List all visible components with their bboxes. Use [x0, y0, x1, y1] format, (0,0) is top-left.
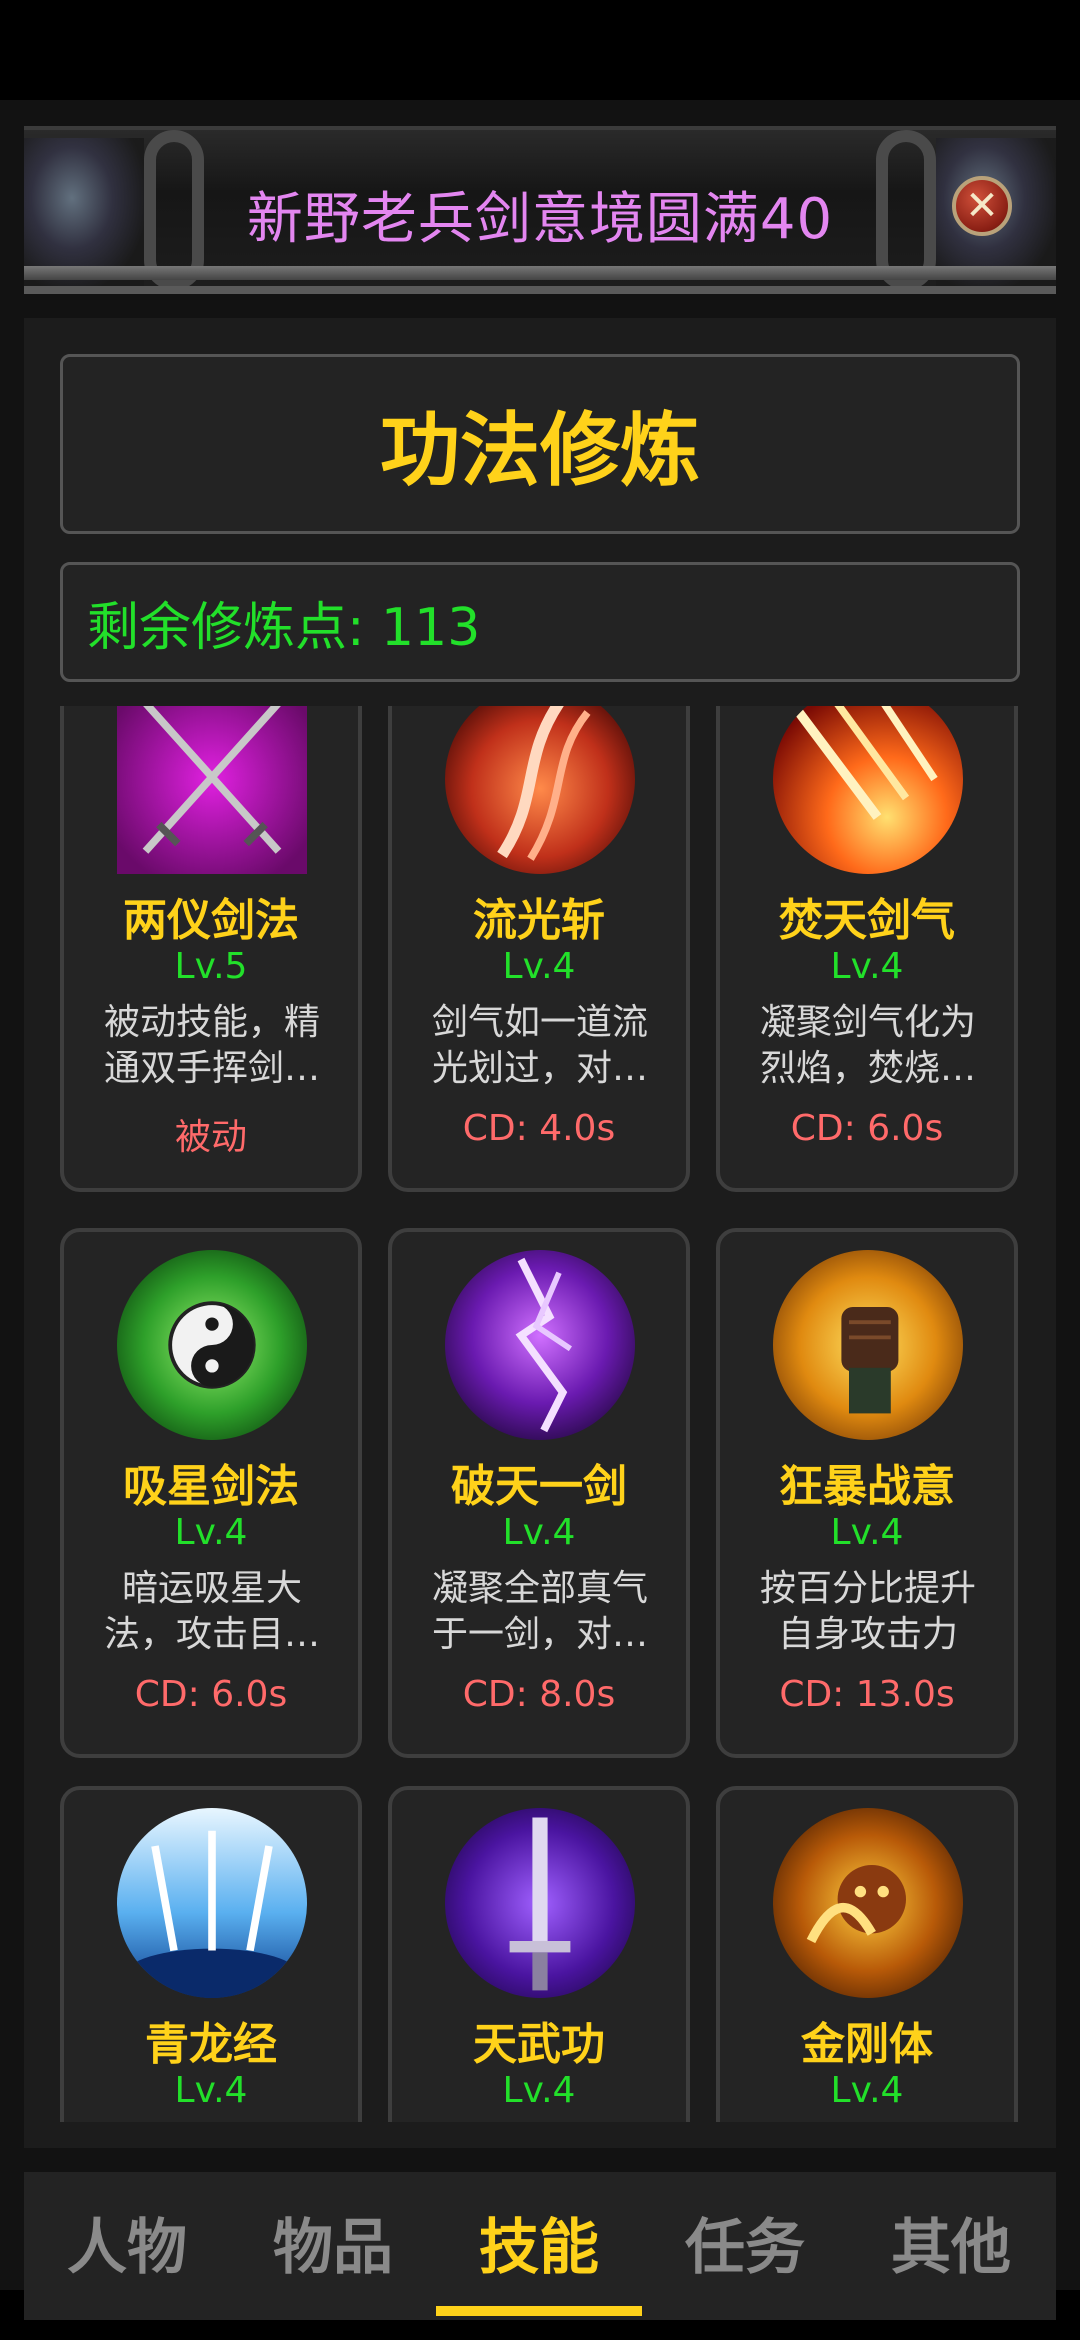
banner-title: 新野老兵剑意境圆满40 — [246, 186, 834, 252]
close-button[interactable]: ✕ — [952, 176, 1012, 236]
flame-shower-icon — [773, 706, 963, 874]
skill-name: 破天一剑 — [451, 1461, 627, 1512]
skill-level: Lv.4 — [174, 2070, 248, 2111]
close-icon: ✕ — [965, 183, 999, 229]
active-tab-indicator — [436, 2306, 642, 2316]
skill-cooldown: CD: 13.0s — [779, 1674, 955, 1715]
remaining-points: 剩余修炼点: 113 — [60, 562, 1020, 682]
flowing-light-icon — [445, 706, 635, 874]
page-title: 功法修炼 — [60, 354, 1020, 534]
skill-level: Lv.4 — [502, 946, 576, 987]
yin-yang-icon — [117, 1250, 307, 1440]
skill-card[interactable]: 吸星剑法 Lv.4 暗运吸星大法，攻击目… CD: 6.0s — [60, 1228, 362, 1758]
fist-icon — [773, 1250, 963, 1440]
tab-skills[interactable]: 技能 — [439, 2172, 639, 2312]
crossed-swords-icon — [117, 706, 307, 874]
skill-level: Lv.5 — [174, 946, 248, 987]
golden-monk-icon — [773, 1808, 963, 1998]
skill-level: Lv.4 — [502, 1512, 576, 1553]
skill-cooldown: CD: 6.0s — [790, 1108, 944, 1149]
skill-name: 狂暴战意 — [779, 1461, 955, 1512]
skill-level: Lv.4 — [830, 946, 904, 987]
skill-name: 两仪剑法 — [123, 895, 299, 946]
skill-description: 剑气如一道流光划过，对… — [431, 1002, 648, 1089]
skill-cooldown: CD: 4.0s — [462, 1108, 616, 1149]
title-banner: 新野老兵剑意境圆满40 — [24, 126, 1056, 294]
skill-name: 青龙经 — [145, 2019, 277, 2070]
skill-cooldown: CD: 6.0s — [134, 1674, 288, 1715]
tab-character[interactable]: 人物 — [27, 2172, 227, 2312]
skill-grid[interactable]: 两仪剑法 Lv.5 被动技能，精通双手挥剑… 被动 流光斩 Lv.4 剑气如一道… — [24, 706, 1056, 2122]
skill-name: 天武功 — [473, 2019, 605, 2070]
status-bar-area — [0, 0, 1080, 100]
skill-card[interactable]: 金刚体 Lv.4 — [716, 1786, 1018, 2122]
skill-cooldown: CD: 8.0s — [462, 1674, 616, 1715]
tab-quests[interactable]: 任务 — [645, 2172, 845, 2312]
skill-card[interactable]: 焚天剑气 Lv.4 凝聚剑气化为烈焰，焚烧… CD: 6.0s — [716, 706, 1018, 1192]
skill-level: Lv.4 — [174, 1512, 248, 1553]
tab-items[interactable]: 物品 — [233, 2172, 433, 2312]
skill-card[interactable]: 流光斩 Lv.4 剑气如一道流光划过，对… CD: 4.0s — [388, 706, 690, 1192]
skill-cooldown: 被动 — [174, 1117, 247, 1158]
skill-name: 流光斩 — [473, 895, 605, 946]
skill-level: Lv.4 — [830, 1512, 904, 1553]
skill-description: 凝聚剑气化为烈焰，焚烧… — [759, 1002, 976, 1089]
tab-other[interactable]: 其他 — [851, 2172, 1051, 2312]
skill-card[interactable]: 青龙经 Lv.4 — [60, 1786, 362, 2122]
blue-splash-icon — [117, 1808, 307, 1998]
skill-description: 暗运吸星大法，攻击目… — [103, 1568, 320, 1655]
skill-card[interactable]: 破天一剑 Lv.4 凝聚全部真气于一剑，对… CD: 8.0s — [388, 1228, 690, 1758]
skill-description: 按百分比提升自身攻击力8… — [759, 1568, 976, 1655]
skill-name: 金刚体 — [801, 2019, 933, 2070]
skill-card[interactable]: 狂暴战意 Lv.4 按百分比提升自身攻击力8… CD: 13.0s — [716, 1228, 1018, 1758]
skill-name: 吸星剑法 — [123, 1461, 299, 1512]
skill-card[interactable]: 两仪剑法 Lv.5 被动技能，精通双手挥剑… 被动 — [60, 706, 362, 1192]
skill-level: Lv.4 — [502, 2070, 576, 2111]
skill-description: 凝聚全部真气于一剑，对… — [431, 1568, 648, 1655]
skill-name: 焚天剑气 — [779, 895, 955, 946]
purple-sword-icon — [445, 1808, 635, 1998]
skill-card[interactable]: 天武功 Lv.4 — [388, 1786, 690, 2122]
skill-level: Lv.4 — [830, 2070, 904, 2111]
purple-lightning-icon — [445, 1250, 635, 1440]
skill-description: 被动技能，精通双手挥剑… — [103, 1002, 320, 1089]
